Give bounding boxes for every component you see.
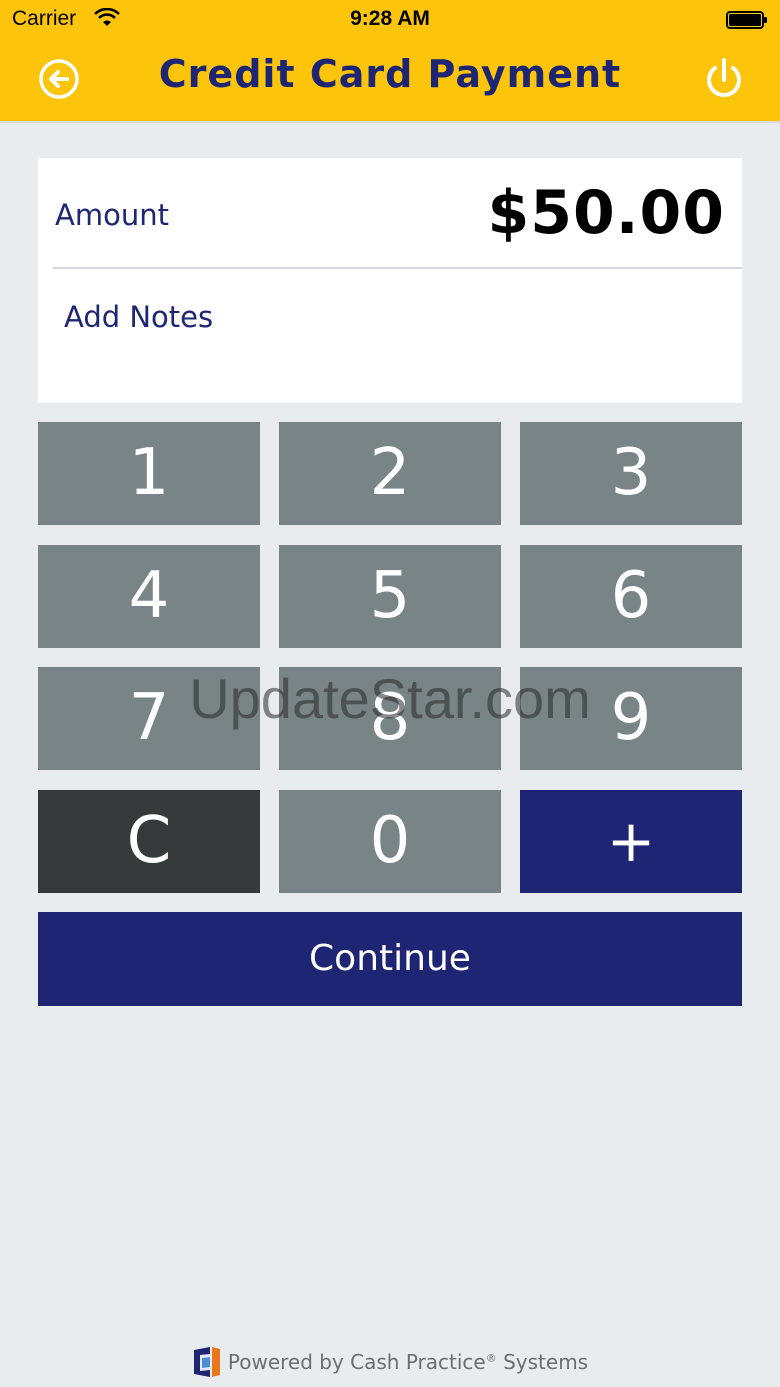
key-8[interactable]: 8: [279, 667, 501, 770]
footer: Powered by Cash Practice® Systems: [0, 1346, 780, 1378]
key-9[interactable]: 9: [520, 667, 742, 770]
power-icon: [707, 58, 741, 97]
status-bar: Carrier 9:28 AM: [0, 0, 780, 40]
key-5[interactable]: 5: [279, 545, 501, 648]
key-3[interactable]: 3: [520, 422, 742, 525]
continue-button[interactable]: Continue: [38, 912, 742, 1006]
amount-value: $50.00: [487, 178, 725, 248]
battery-icon: [726, 10, 768, 29]
key-4[interactable]: 4: [38, 545, 260, 648]
key-clear[interactable]: C: [38, 790, 260, 893]
footer-registered-mark: ®: [485, 1351, 497, 1365]
nav-bar: Credit Card Payment: [0, 40, 780, 123]
key-1[interactable]: 1: [38, 422, 260, 525]
add-notes-field[interactable]: Add Notes: [64, 300, 213, 334]
page-title: Credit Card Payment: [158, 52, 622, 96]
key-plus[interactable]: +: [520, 790, 742, 893]
key-6[interactable]: 6: [520, 545, 742, 648]
amount-label: Amount: [55, 198, 169, 232]
payment-card: Amount $50.00 Add Notes: [38, 158, 742, 403]
power-button[interactable]: [704, 56, 744, 102]
key-7[interactable]: 7: [38, 667, 260, 770]
footer-systems: Systems: [496, 1350, 589, 1374]
card-divider: [53, 267, 742, 269]
cash-practice-logo-icon: [192, 1346, 222, 1378]
key-2[interactable]: 2: [279, 422, 501, 525]
key-0[interactable]: 0: [279, 790, 501, 893]
status-time: 9:28 AM: [350, 7, 430, 30]
footer-powered-by: Powered by Cash Practice: [227, 1350, 486, 1374]
